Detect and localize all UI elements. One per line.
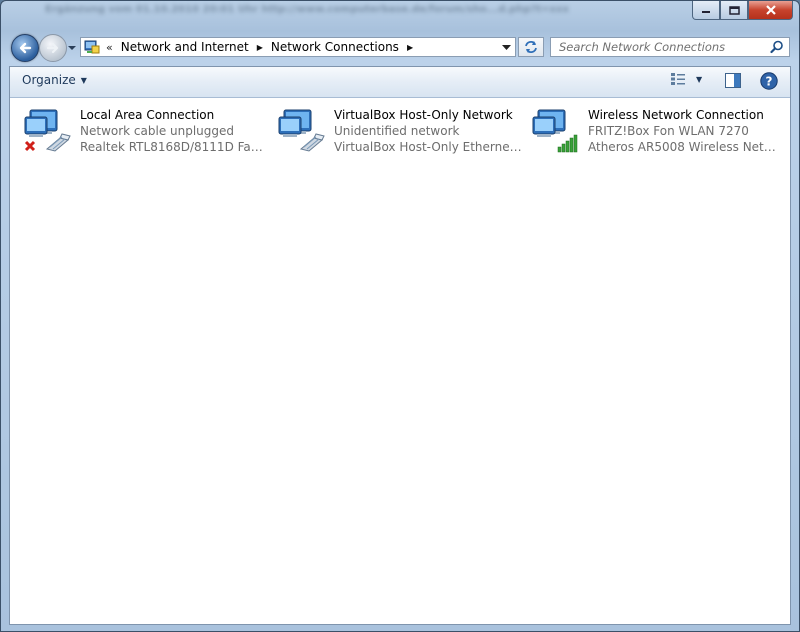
connection-status: Network cable unplugged (80, 124, 235, 138)
preview-pane-button[interactable] (725, 73, 741, 92)
refresh-icon (525, 41, 537, 53)
address-dropdown-icon[interactable] (502, 42, 511, 52)
help-icon: ? (760, 72, 778, 90)
help-button[interactable]: ? (760, 72, 778, 94)
connection-list: Local Area Connection Network cable unpl… (10, 97, 790, 624)
content-pane: Organize ▼ ▼ ? Local Area Connection Net… (9, 66, 791, 625)
chevron-down-icon: ▼ (80, 75, 87, 85)
breadcrumb-network-and-internet[interactable]: Network and Internet (121, 40, 249, 54)
connection-local-area[interactable]: Local Area Connection Network cable unpl… (10, 105, 268, 157)
search-icon[interactable] (770, 40, 784, 54)
connection-device: VirtualBox Host-Only Ethernet Ad... (334, 140, 522, 154)
search-input[interactable] (557, 39, 771, 55)
minimize-button[interactable] (692, 1, 720, 20)
view-details-icon (671, 73, 685, 85)
address-bar[interactable]: « Network and Internet ▶ Network Connect… (80, 37, 516, 57)
connection-name: VirtualBox Host-Only Network (334, 108, 513, 122)
close-button[interactable] (748, 1, 793, 20)
breadcrumb-overflow[interactable]: « (106, 41, 113, 54)
ethernet-disconnected-icon (24, 109, 71, 152)
connection-device: Atheros AR5008 Wireless Network... (588, 140, 776, 154)
control-panel-icon (84, 40, 100, 54)
connection-text: Local Area Connection Network cable unpl… (80, 107, 268, 155)
minimize-icon (702, 11, 710, 13)
connection-text: Wireless Network Connection FRITZ!Box Fo… (588, 107, 776, 155)
breadcrumb-separator-icon[interactable]: ▶ (407, 43, 413, 52)
back-arrow-icon (19, 42, 32, 54)
maximize-button[interactable] (720, 1, 748, 20)
connection-text: VirtualBox Host-Only Network Unidentifie… (334, 107, 522, 155)
window-title: Ergänzung vom 01.10.2010 20:01 Uhr http:… (45, 4, 569, 15)
command-bar: Organize ▼ ▼ ? (10, 67, 790, 98)
forward-button[interactable] (39, 34, 67, 62)
connection-wireless[interactable]: Wireless Network Connection FRITZ!Box Fo… (518, 105, 776, 157)
back-button[interactable] (11, 34, 39, 62)
organize-button[interactable]: Organize ▼ (22, 73, 87, 87)
svg-text:?: ? (766, 75, 773, 89)
maximize-icon (728, 5, 740, 15)
wireless-signal-icon (532, 109, 578, 153)
preview-pane-icon (725, 73, 741, 88)
caption-buttons (692, 1, 793, 20)
organize-label: Organize (22, 73, 76, 87)
connection-status: FRITZ!Box Fon WLAN 7270 (588, 124, 749, 138)
recent-pages-dropdown[interactable] (65, 41, 79, 55)
refresh-button[interactable] (518, 37, 544, 57)
breadcrumb-network-connections[interactable]: Network Connections (271, 40, 399, 54)
search-box[interactable] (550, 37, 790, 57)
chevron-down-icon (68, 46, 76, 50)
chevron-down-icon: ▼ (696, 74, 703, 84)
connection-status: Unidentified network (334, 124, 460, 138)
title-bar[interactable]: Ergänzung vom 01.10.2010 20:01 Uhr http:… (1, 1, 799, 29)
connection-name: Local Area Connection (80, 108, 215, 122)
close-icon (765, 5, 776, 15)
navigation-bar: « Network and Internet ▶ Network Connect… (1, 31, 799, 63)
change-view-button[interactable]: ▼ (670, 72, 702, 86)
breadcrumb-separator-icon[interactable]: ▶ (257, 43, 263, 52)
connection-device: Realtek RTL8168D/8111D Family P... (80, 140, 268, 154)
ethernet-connected-icon (278, 109, 325, 152)
forward-arrow-icon (46, 42, 59, 54)
connection-name: Wireless Network Connection (588, 108, 764, 122)
connection-virtualbox[interactable]: VirtualBox Host-Only Network Unidentifie… (264, 105, 522, 157)
explorer-window: Ergänzung vom 01.10.2010 20:01 Uhr http:… (0, 0, 800, 632)
